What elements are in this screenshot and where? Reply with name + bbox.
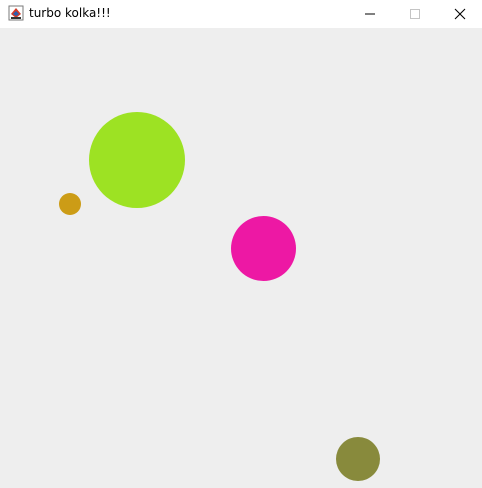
olive-ball — [336, 437, 380, 481]
green-ball — [89, 112, 185, 208]
orange-ball — [59, 193, 81, 215]
drawing-canvas[interactable] — [0, 28, 482, 488]
maximize-button[interactable] — [392, 0, 438, 28]
title-bar[interactable]: turbo kolka!!! — [0, 0, 482, 28]
window-title: turbo kolka!!! — [29, 6, 111, 20]
close-button[interactable] — [437, 0, 482, 28]
minimize-button[interactable] — [347, 0, 393, 28]
pink-ball — [231, 216, 296, 281]
java-coffee-cup-icon — [8, 5, 24, 21]
app-window: turbo kolka!!! — [0, 0, 482, 488]
